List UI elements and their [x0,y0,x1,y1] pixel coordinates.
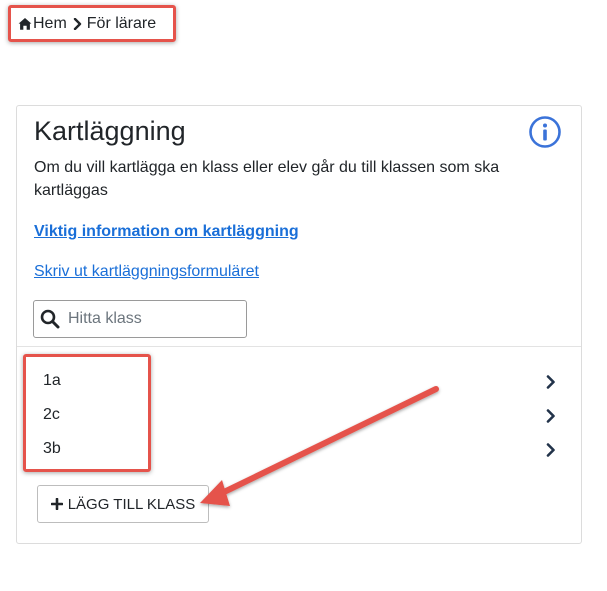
chevron-right-icon [546,443,555,457]
class-name: 2c [43,406,60,423]
kartlaggning-card: Kartläggning Om du vill kartlägga en kla… [16,105,582,544]
plus-icon [50,498,63,510]
breadcrumb-current: För lärare [86,15,157,32]
class-name: 3b [43,440,61,457]
divider [17,346,581,347]
breadcrumb: Hem För lärare [18,14,156,34]
breadcrumb-home-link[interactable]: Hem [33,15,67,33]
home-icon[interactable] [18,17,32,31]
chevron-right-icon [73,18,81,30]
add-class-button-label: LÄGG TILL KLASS [67,495,196,513]
class-list: 1a 2c 3b [17,366,581,468]
print-form-link[interactable]: Skriv ut kartläggningsformuläret [34,263,259,281]
class-name: 1a [43,372,61,389]
card-description: Om du vill kartlägga en klass eller elev… [34,159,500,199]
search-input[interactable] [66,309,240,329]
class-row-1a[interactable]: 1a [17,366,581,400]
info-icon[interactable] [528,115,562,149]
search-box [33,300,247,338]
class-row-2c[interactable]: 2c [17,400,581,434]
add-class-button[interactable]: LÄGG TILL KLASS [37,485,209,523]
chevron-right-icon [546,375,555,389]
search-icon [40,309,60,329]
page-title: Kartläggning [34,116,186,146]
class-row-3b[interactable]: 3b [17,434,581,468]
chevron-right-icon [546,409,555,423]
important-info-link[interactable]: Viktig information om kartläggning [34,223,299,241]
